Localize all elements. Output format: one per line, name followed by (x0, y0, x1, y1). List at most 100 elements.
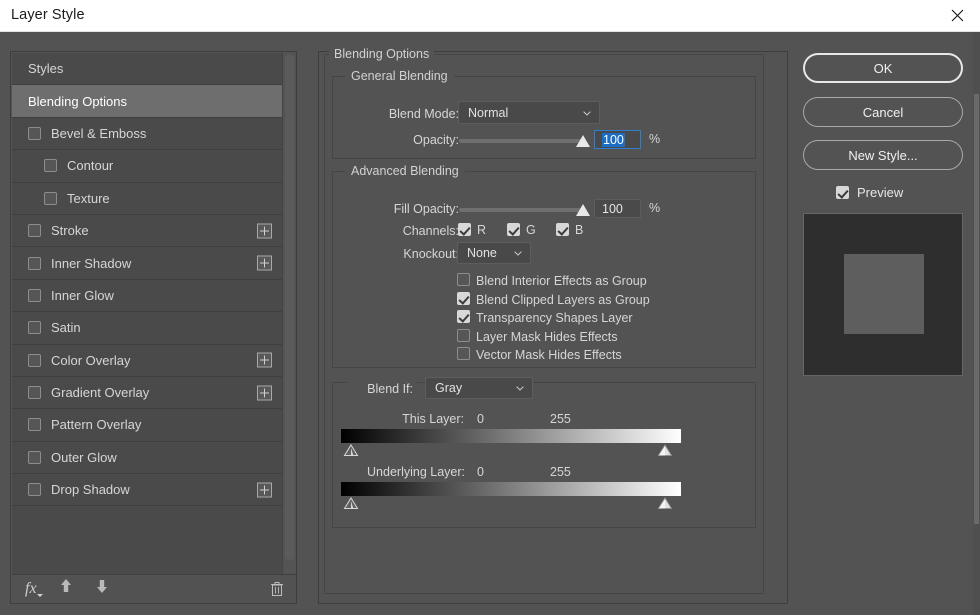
opacity-slider[interactable] (459, 135, 590, 147)
effect-enable-checkbox[interactable] (28, 418, 41, 432)
effect-enable-checkbox[interactable] (44, 191, 57, 205)
add-effect-icon[interactable] (257, 255, 272, 271)
sidebar-item-inner-shadow[interactable]: Inner Shadow (12, 247, 284, 280)
blend-if-channel-dropdown[interactable]: Gray (425, 377, 533, 399)
effect-enable-checkbox[interactable] (28, 256, 41, 270)
ok-button[interactable]: OK (803, 53, 963, 83)
effect-enable-checkbox[interactable] (44, 159, 57, 173)
fill-opacity-slider-knob[interactable] (576, 204, 590, 216)
sidebar-item-blending-options[interactable]: Blending Options (12, 85, 284, 118)
fx-label: fx (25, 579, 37, 597)
slider-handle-solid-icon (657, 444, 673, 456)
option-label: Layer Mask Hides Effects (476, 329, 618, 344)
effect-enable-checkbox[interactable] (28, 386, 41, 400)
effect-enable-checkbox[interactable] (28, 483, 41, 497)
effect-enable-checkbox[interactable] (28, 353, 41, 367)
channel-r-checkbox[interactable] (458, 223, 471, 236)
sidebar-item-label: Inner Glow (51, 287, 114, 303)
sidebar-scrollbar-thumb[interactable] (285, 55, 294, 560)
opacity-unit: % (649, 132, 661, 146)
sidebar-item-pattern-overlay[interactable]: Pattern Overlay (12, 409, 284, 442)
trash-icon (271, 582, 283, 596)
sidebar-item-satin[interactable]: Satin (12, 312, 284, 345)
preview-thumbnail (803, 213, 963, 376)
blend-mode-dropdown[interactable]: Normal (458, 101, 600, 124)
sidebar-item-inner-glow[interactable]: Inner Glow (12, 279, 284, 313)
fill-opacity-slider[interactable] (459, 204, 590, 216)
option-label: Vector Mask Hides Effects (476, 348, 622, 363)
add-effect-icon[interactable] (257, 385, 272, 401)
add-effect-icon[interactable] (257, 223, 272, 239)
ok-button-label: OK (873, 60, 893, 76)
move-effect-up-button[interactable] (59, 578, 73, 599)
this-layer-white-slider[interactable] (657, 444, 673, 457)
option-checkbox-layer-mask-hides-effects[interactable] (457, 328, 470, 342)
fill-opacity-input[interactable]: 100 (594, 199, 641, 218)
sidebar-item-label: Bevel & Emboss (51, 125, 147, 141)
sidebar-item-label: Blending Options (28, 93, 128, 109)
channel-g-checkbox[interactable] (507, 223, 520, 236)
option-checkbox-blend-clipped-layers-as-group[interactable] (457, 291, 470, 305)
sidebar-scrollbar[interactable] (282, 53, 295, 575)
styles-sidebar: Styles Blending Options Bevel & Emboss Cont… (10, 51, 297, 604)
sidebar-item-color-overlay[interactable]: Color Overlay (12, 344, 284, 377)
knockout-dropdown[interactable]: None (457, 242, 531, 264)
sidebar-item-outer-glow[interactable]: Outer Glow (12, 441, 284, 475)
chevron-down-icon (514, 251, 522, 256)
sidebar-item-label: Pattern Overlay (51, 417, 142, 433)
option-label: Blend Interior Effects as Group (476, 274, 647, 288)
option-checkbox-vector-mask-hides-effects[interactable] (457, 347, 470, 361)
new-style-button[interactable]: New Style... (803, 140, 963, 170)
close-icon (951, 9, 963, 22)
this-layer-min: 0 (477, 412, 484, 426)
sidebar-item-label: Satin (51, 320, 81, 336)
fill-opacity-value: 100 (602, 201, 623, 216)
effect-enable-checkbox[interactable] (28, 288, 41, 302)
underlying-layer-max: 255 (550, 465, 571, 479)
layer-style-dialog: Layer Style Styles Blending Options Bevel … (0, 0, 980, 615)
underlying-layer-white-slider[interactable] (657, 497, 673, 510)
blend-if-channel-value: Gray (435, 381, 463, 395)
move-effect-down-button[interactable] (95, 578, 109, 599)
general-blending-legend: General Blending (345, 69, 454, 83)
sidebar-item-label: Texture (67, 190, 110, 206)
option-checkbox-transparency-shapes-layer[interactable] (457, 310, 470, 324)
preview-checkbox[interactable] (836, 186, 849, 199)
channel-b-checkbox[interactable] (556, 223, 569, 236)
underlying-layer-ramp[interactable] (341, 482, 681, 496)
underlying-layer-black-slider[interactable] (343, 497, 359, 510)
add-effect-icon[interactable] (257, 482, 272, 498)
slider-handle-hollow-icon (343, 497, 359, 509)
effect-enable-checkbox[interactable] (28, 126, 41, 140)
opacity-input[interactable]: 100 (594, 130, 641, 149)
sidebar-item-drop-shadow[interactable]: Drop Shadow (12, 474, 284, 507)
window-scrollbar[interactable] (973, 32, 980, 615)
blend-mode-value: Normal (468, 105, 509, 120)
underlying-layer-label: Underlying Layer: (367, 465, 465, 479)
sidebar-item-stroke[interactable]: Stroke (12, 214, 284, 248)
sidebar-item-texture[interactable]: Texture (12, 182, 284, 215)
styles-list[interactable]: Styles Blending Options Bevel & Emboss Cont… (12, 53, 284, 575)
sidebar-item-gradient-overlay[interactable]: Gradient Overlay (12, 376, 284, 410)
this-layer-black-slider[interactable] (343, 444, 359, 457)
sidebar-item-contour[interactable]: Contour (12, 150, 284, 183)
window-scrollbar-thumb[interactable] (974, 94, 979, 524)
opacity-label: Opacity: (413, 133, 459, 147)
close-button[interactable] (934, 0, 980, 31)
this-layer-ramp[interactable] (341, 429, 681, 443)
sidebar-item-styles[interactable]: Styles (12, 53, 284, 86)
sidebar-item-bevel-emboss[interactable]: Bevel & Emboss (12, 117, 284, 151)
effect-enable-checkbox[interactable] (28, 450, 41, 464)
option-label: Transparency Shapes Layer (476, 311, 633, 326)
delete-effect-button[interactable] (270, 581, 284, 602)
sidebar-item-label: Contour (67, 158, 114, 174)
chevron-down-icon (36, 593, 43, 597)
cancel-button[interactable]: Cancel (803, 97, 963, 127)
fx-menu-button[interactable]: fx (25, 579, 43, 598)
sidebar-item-label: Drop Shadow (51, 482, 130, 498)
opacity-slider-knob[interactable] (576, 135, 590, 147)
effect-enable-checkbox[interactable] (28, 224, 41, 238)
add-effect-icon[interactable] (257, 352, 272, 368)
effect-enable-checkbox[interactable] (28, 321, 41, 335)
option-checkbox-blend-interior-effects-as-group[interactable] (457, 273, 470, 286)
